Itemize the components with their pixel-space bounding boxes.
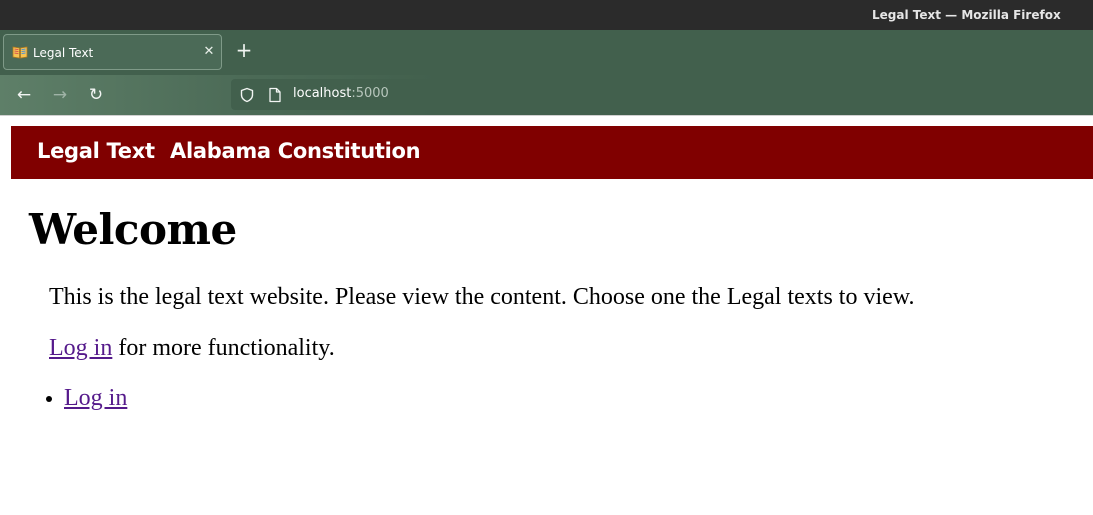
brand-link[interactable]: Legal Text xyxy=(37,139,155,163)
list-login-link[interactable]: Log in xyxy=(64,385,127,411)
back-arrow-icon[interactable]: ← xyxy=(14,85,34,105)
page-title: Welcome xyxy=(29,205,237,254)
nav-toolbar: ← → ↻ localhost:5000 xyxy=(0,75,1093,115)
window-title: Legal Text — Mozilla Firefox xyxy=(872,8,1061,22)
url-bar[interactable]: localhost:5000 xyxy=(231,79,1093,110)
login-link[interactable]: Log in xyxy=(49,335,112,361)
link-list: Log in xyxy=(45,385,127,412)
page-icon[interactable] xyxy=(268,87,282,103)
new-tab-plus-icon[interactable]: + xyxy=(234,40,254,60)
site-navbar: Legal Text Alabama Constitution xyxy=(11,126,1093,179)
url-text[interactable]: localhost:5000 xyxy=(293,86,389,101)
tab-legal-text[interactable]: Legal Text ✕ xyxy=(3,34,222,70)
tab-strip: Legal Text ✕ + xyxy=(0,30,1093,75)
login-paragraph: Log in for more functionality. xyxy=(49,335,335,362)
toolbar-divider xyxy=(0,115,1093,116)
url-port: :5000 xyxy=(351,86,389,101)
intro-paragraph: This is the legal text website. Please v… xyxy=(49,284,915,310)
reload-icon[interactable]: ↻ xyxy=(86,85,106,105)
login-suffix-text: for more functionality. xyxy=(112,335,335,361)
window-titlebar: Legal Text — Mozilla Firefox xyxy=(0,0,1093,30)
book-icon xyxy=(12,46,28,59)
shield-icon[interactable] xyxy=(239,87,255,103)
tab-title: Legal Text xyxy=(33,46,94,60)
close-icon[interactable]: ✕ xyxy=(201,44,217,60)
nav-link-alabama-constitution[interactable]: Alabama Constitution xyxy=(170,139,421,163)
forward-arrow-icon[interactable]: → xyxy=(50,85,70,105)
url-host: localhost xyxy=(293,86,352,101)
list-item: Log in xyxy=(45,385,127,412)
bullet-icon xyxy=(46,396,52,402)
